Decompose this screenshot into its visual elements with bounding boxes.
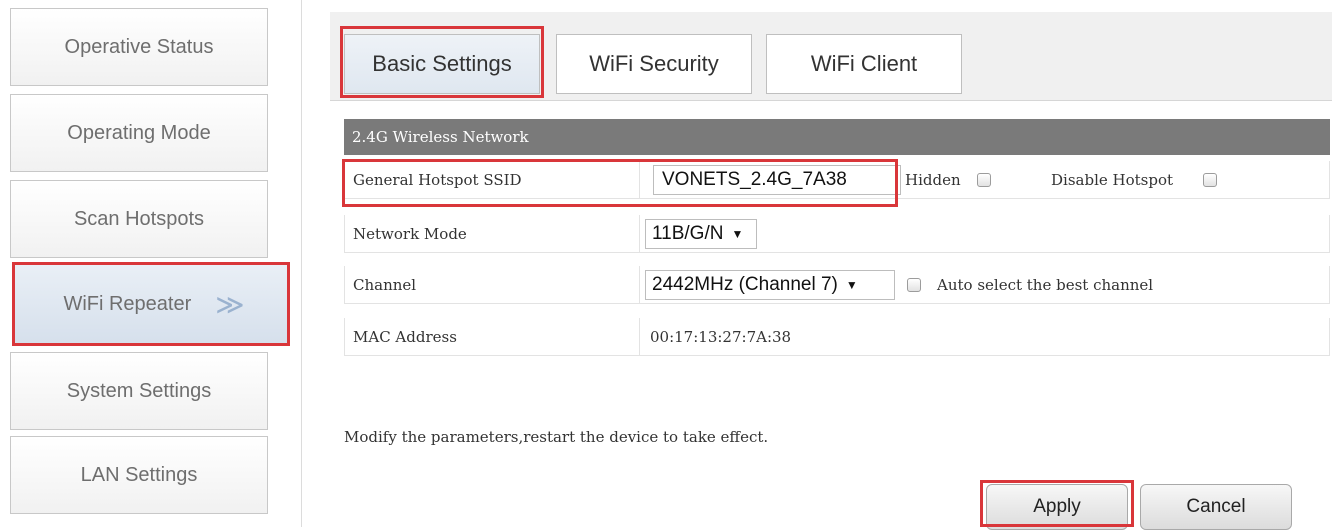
cell-divider <box>639 318 640 355</box>
dropdown-arrow-icon: ▼ <box>845 278 858 292</box>
tab-label: Basic Settings <box>372 51 512 76</box>
sidebar-item-label: WiFi Repeater <box>63 292 192 315</box>
apply-button[interactable]: Apply <box>986 484 1128 530</box>
sidebar-item-operating-mode[interactable]: Operating Mode <box>10 94 268 172</box>
table-row-ssid: General Hotspot SSID Hidden Disable Hots… <box>344 161 1330 199</box>
cell-divider <box>639 215 640 252</box>
tab-bar: Basic Settings WiFi Security WiFi Client <box>330 12 1332 101</box>
sidebar-item-operative-status[interactable]: Operative Status <box>10 8 268 86</box>
sidebar-item-label: LAN Settings <box>80 463 198 486</box>
mac-address-value: 00:17:13:27:7A:38 <box>650 327 792 346</box>
sidebar-item-label: Operative Status <box>64 35 214 58</box>
sidebar-item-label: Scan Hotspots <box>73 207 205 230</box>
section-header: 2.4G Wireless Network <box>344 119 1330 155</box>
sidebar: Operative Status Operating Mode Scan Hot… <box>0 0 300 527</box>
double-chevron-right-icon: ≫ <box>215 288 244 320</box>
auto-channel-label: Auto select the best channel <box>937 275 1154 294</box>
sidebar-item-system-settings[interactable]: System Settings <box>10 352 268 430</box>
hidden-checkbox[interactable] <box>977 173 991 187</box>
cell-divider <box>639 161 640 198</box>
network-mode-select[interactable]: 11B/G/N ▼ <box>645 219 757 249</box>
network-mode-value: 11B/G/N <box>652 223 724 244</box>
sidebar-item-label: Operating Mode <box>67 121 211 144</box>
network-mode-label: Network Mode <box>353 224 467 243</box>
restart-note: Modify the parameters,restart the device… <box>344 428 769 446</box>
channel-value: 2442MHz (Channel 7) <box>652 274 838 295</box>
cancel-button[interactable]: Cancel <box>1140 484 1292 530</box>
sidebar-item-lan-settings[interactable]: LAN Settings <box>10 436 268 514</box>
tab-wifi-client[interactable]: WiFi Client <box>766 34 962 94</box>
tab-basic-settings[interactable]: Basic Settings <box>344 34 540 94</box>
table-row-network-mode: Network Mode 11B/G/N ▼ <box>344 215 1330 253</box>
mac-address-label: MAC Address <box>353 327 457 346</box>
sidebar-item-wifi-repeater[interactable]: WiFi Repeater ≫ <box>12 262 290 346</box>
ssid-label: General Hotspot SSID <box>353 170 522 189</box>
sidebar-item-scan-hotspots[interactable]: Scan Hotspots <box>10 180 268 258</box>
tab-wifi-security[interactable]: WiFi Security <box>556 34 752 94</box>
hidden-label: Hidden <box>905 170 961 189</box>
channel-select[interactable]: 2442MHz (Channel 7) ▼ <box>645 270 895 300</box>
auto-channel-checkbox[interactable] <box>907 278 921 292</box>
sidebar-divider <box>301 0 302 527</box>
disable-hotspot-checkbox[interactable] <box>1203 173 1217 187</box>
sidebar-item-label: System Settings <box>66 379 212 402</box>
table-row-channel: Channel 2442MHz (Channel 7) ▼ Auto selec… <box>344 266 1330 304</box>
table-row-mac-address: MAC Address 00:17:13:27:7A:38 <box>344 318 1330 356</box>
ssid-input[interactable] <box>653 165 901 195</box>
tab-label: WiFi Client <box>810 51 918 76</box>
dropdown-arrow-icon: ▼ <box>731 227 744 241</box>
tab-label: WiFi Security <box>589 51 719 76</box>
disable-hotspot-label: Disable Hotspot <box>1051 170 1174 189</box>
channel-label: Channel <box>353 275 417 294</box>
cell-divider <box>639 266 640 303</box>
